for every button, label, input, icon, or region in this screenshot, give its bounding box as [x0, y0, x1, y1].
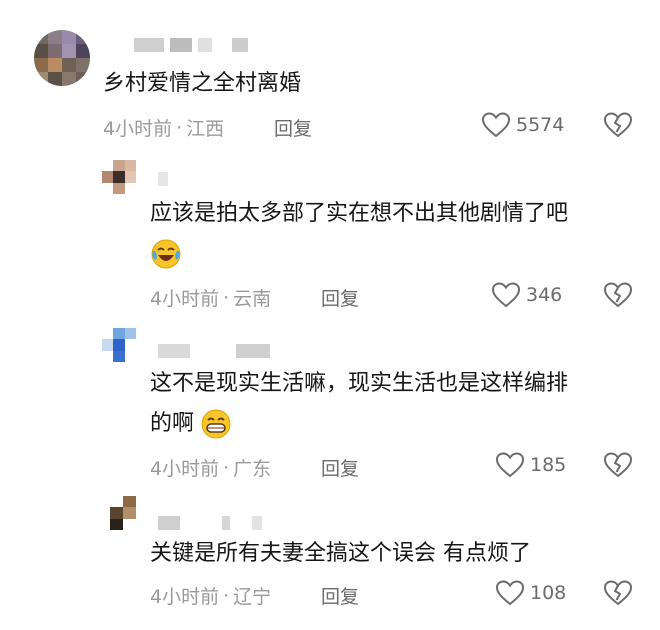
timestamp: 4小时前: [150, 586, 220, 608]
comment-text: 应该是拍太多部了实在想不出其他剧情了吧: [150, 201, 569, 226]
laughing-tears-emoji: [151, 239, 181, 269]
timestamp: 4小时前: [150, 458, 220, 480]
separator: ·: [223, 456, 230, 479]
avatar[interactable]: [110, 496, 136, 530]
username-blurred[interactable]: [158, 344, 270, 358]
heart-icon: [496, 580, 524, 606]
username-blurred[interactable]: [158, 516, 262, 530]
separator: ·: [176, 116, 183, 139]
comment-text-line-1: 这不是现实生活嘛，现实生活也是这样编排: [150, 371, 569, 396]
dislike-button[interactable]: [603, 282, 633, 312]
comment-text-line-2: 的啊: [150, 411, 195, 436]
broken-heart-icon: [603, 580, 633, 606]
avatar[interactable]: [34, 30, 90, 86]
avatar[interactable]: [102, 160, 136, 194]
broken-heart-icon: [603, 452, 633, 478]
reply-button[interactable]: 回复: [274, 114, 312, 141]
comment-meta: 4小时前 · 江西: [103, 114, 224, 141]
dislike-button[interactable]: [603, 452, 633, 482]
comment-text: 乡村爱情之全村离婚: [103, 71, 302, 96]
like-button[interactable]: 108: [496, 580, 566, 606]
heart-icon: [482, 112, 510, 138]
username-blurred[interactable]: [134, 38, 248, 52]
timestamp: 4小时前: [150, 288, 220, 310]
reply-button[interactable]: 回复: [321, 582, 359, 609]
heart-icon: [492, 282, 520, 308]
comment-meta: 4小时前 · 辽宁: [150, 582, 271, 609]
comment-meta: 4小时前 · 广东: [150, 454, 271, 481]
grinning-emoji: [201, 409, 231, 439]
comment-text: 关键是所有夫妻全搞这个误会 有点烦了: [150, 541, 531, 566]
broken-heart-icon: [603, 112, 633, 138]
location: 辽宁: [233, 586, 272, 608]
username-blurred[interactable]: [158, 172, 168, 186]
location: 广东: [233, 458, 272, 480]
like-count: 346: [526, 284, 563, 306]
separator: ·: [223, 584, 230, 607]
comment-meta: 4小时前 · 云南: [150, 284, 271, 311]
timestamp: 4小时前: [103, 118, 173, 140]
dislike-button[interactable]: [603, 580, 633, 610]
reply-button[interactable]: 回复: [321, 284, 359, 311]
dislike-button[interactable]: [603, 112, 633, 142]
location: 云南: [233, 288, 272, 310]
like-button[interactable]: 346: [492, 282, 562, 308]
avatar[interactable]: [102, 328, 136, 362]
separator: ·: [223, 286, 230, 309]
like-count: 185: [530, 454, 567, 476]
like-button[interactable]: 185: [496, 452, 566, 478]
reply-button[interactable]: 回复: [321, 454, 359, 481]
heart-icon: [496, 452, 524, 478]
like-count: 5574: [516, 114, 565, 136]
location: 江西: [186, 118, 225, 140]
like-button[interactable]: 5574: [482, 112, 564, 138]
broken-heart-icon: [603, 282, 633, 308]
like-count: 108: [530, 582, 567, 604]
